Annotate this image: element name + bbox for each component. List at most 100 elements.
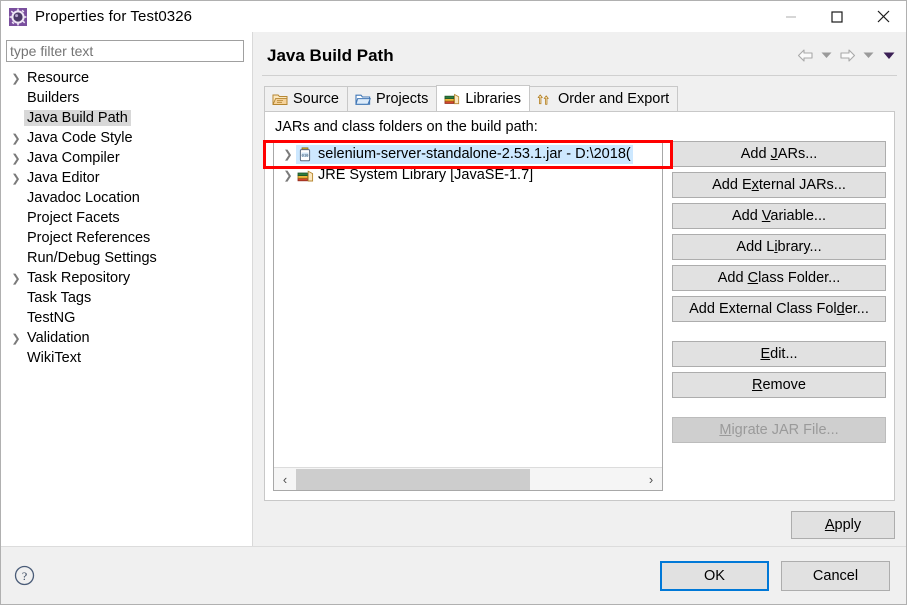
tab-label: Projects bbox=[375, 91, 429, 107]
source-folder-icon bbox=[272, 91, 288, 107]
sidebar-item-builders[interactable]: Builders bbox=[6, 88, 247, 108]
tab-libraries[interactable]: Libraries bbox=[436, 85, 530, 111]
sidebar-item-label: Validation bbox=[27, 330, 90, 346]
classpath-list: ❯ 010 selenium-server-standalone-2.53.1.… bbox=[273, 141, 663, 491]
scrollbar-track[interactable] bbox=[296, 468, 640, 490]
settings-tree: ❯ Resource Builders Java Build Path ❯ Ja… bbox=[6, 68, 247, 368]
cancel-button-label: Cancel bbox=[812, 567, 859, 584]
sidebar-item-java-code-style[interactable]: ❯ Java Code Style bbox=[6, 128, 247, 148]
properties-dialog: Properties for Test0326 ❯ bbox=[0, 0, 907, 605]
add-external-class-folder-button[interactable]: Add External Class Folder... bbox=[672, 296, 886, 322]
list-item-jre-system-library[interactable]: ❯ JRE System Library [JavaSE-1.7] bbox=[274, 165, 662, 186]
tab-source[interactable]: Source bbox=[264, 86, 348, 111]
sidebar-item-java-editor[interactable]: ❯ Java Editor bbox=[6, 168, 247, 188]
minimize-button[interactable] bbox=[768, 1, 814, 32]
sidebar-item-label: Task Tags bbox=[27, 290, 92, 306]
back-menu-chevron-down-icon[interactable] bbox=[817, 46, 835, 64]
chevron-right-icon[interactable]: ❯ bbox=[8, 152, 24, 165]
sidebar-item-label: Java Build Path bbox=[24, 110, 131, 126]
chevron-right-icon[interactable]: ❯ bbox=[8, 272, 24, 285]
sidebar-item-java-compiler[interactable]: ❯ Java Compiler bbox=[6, 148, 247, 168]
tab-order-and-export[interactable]: Order and Export bbox=[528, 86, 679, 111]
view-menu-triangle-icon[interactable] bbox=[880, 46, 898, 64]
page-nav-controls bbox=[796, 46, 898, 64]
migrate-jar-file-button: Migrate JAR File... bbox=[672, 417, 886, 443]
sidebar-item-project-facets[interactable]: Project Facets bbox=[6, 208, 247, 228]
panel-caption: JARs and class folders on the build path… bbox=[275, 119, 538, 135]
chevron-right-icon[interactable]: ❯ bbox=[280, 148, 296, 161]
properties-gear-icon bbox=[9, 7, 27, 26]
libraries-books-icon bbox=[444, 91, 460, 107]
library-actions: Add JARs... Add External JARs... Add Var… bbox=[663, 141, 886, 491]
list-item-label: selenium-server-standalone-2.53.1.jar - … bbox=[318, 146, 631, 162]
sidebar-item-label: Task Repository bbox=[27, 270, 131, 286]
scroll-left-arrow-icon[interactable]: ‹ bbox=[274, 469, 296, 490]
horizontal-scrollbar[interactable]: ‹ › bbox=[274, 467, 662, 490]
ok-button[interactable]: OK bbox=[660, 560, 769, 591]
apply-button[interactable]: Apply bbox=[791, 511, 895, 539]
tab-bar: Source Projects Libraries Order and Expo… bbox=[264, 85, 906, 111]
sidebar-item-java-build-path[interactable]: Java Build Path bbox=[6, 108, 247, 128]
scroll-right-arrow-icon[interactable]: › bbox=[640, 469, 662, 490]
tab-label: Source bbox=[293, 91, 339, 107]
page-header: Java Build Path bbox=[253, 32, 906, 66]
sidebar-item-project-references[interactable]: Project References bbox=[6, 228, 247, 248]
sidebar-item-task-tags[interactable]: Task Tags bbox=[6, 288, 247, 308]
sidebar-item-label: Java Compiler bbox=[27, 150, 120, 166]
dialog-footer: ? OK Cancel bbox=[1, 546, 906, 604]
chevron-right-icon[interactable]: ❯ bbox=[280, 169, 296, 182]
sidebar-item-run-debug-settings[interactable]: Run/Debug Settings bbox=[6, 248, 247, 268]
sidebar-item-label: Java Editor bbox=[27, 170, 100, 186]
chevron-right-icon[interactable]: ❯ bbox=[8, 72, 24, 85]
sidebar-item-label: Run/Debug Settings bbox=[27, 250, 157, 266]
list-item-label: JRE System Library [JavaSE-1.7] bbox=[318, 167, 534, 183]
jre-library-icon bbox=[296, 167, 314, 183]
forward-menu-chevron-down-icon[interactable] bbox=[859, 46, 877, 64]
sidebar-item-validation[interactable]: ❯ Validation bbox=[6, 328, 247, 348]
apply-row: Apply bbox=[253, 501, 906, 539]
chevron-right-icon[interactable]: ❯ bbox=[8, 332, 24, 345]
forward-arrow-icon[interactable] bbox=[838, 46, 856, 64]
close-button[interactable] bbox=[860, 1, 906, 32]
svg-text:010: 010 bbox=[301, 152, 309, 157]
sidebar-item-label: Project Facets bbox=[27, 210, 120, 226]
add-variable-button[interactable]: Add Variable... bbox=[672, 203, 886, 229]
chevron-right-icon[interactable]: ❯ bbox=[8, 172, 24, 185]
list-item-selenium-jar[interactable]: ❯ 010 selenium-server-standalone-2.53.1.… bbox=[274, 144, 662, 165]
order-arrows-icon bbox=[537, 91, 553, 107]
sidebar-item-resource[interactable]: ❯ Resource bbox=[6, 68, 247, 88]
projects-folder-icon bbox=[355, 91, 371, 107]
sidebar-item-label: Project References bbox=[27, 230, 151, 246]
edit-button[interactable]: Edit... bbox=[672, 341, 886, 367]
sidebar-item-label: TestNG bbox=[27, 310, 76, 326]
sidebar-item-label: Resource bbox=[27, 70, 90, 86]
add-jars-button[interactable]: Add JARs... bbox=[672, 141, 886, 167]
sidebar-item-javadoc-location[interactable]: Javadoc Location bbox=[6, 188, 247, 208]
add-external-jars-button[interactable]: Add External JARs... bbox=[672, 172, 886, 198]
help-question-icon[interactable]: ? bbox=[13, 565, 35, 587]
page-pane: Java Build Path Source Projects Librarie… bbox=[253, 32, 906, 546]
back-arrow-icon[interactable] bbox=[796, 46, 814, 64]
sidebar-item-wikitext[interactable]: WikiText bbox=[6, 348, 247, 368]
dialog-body: ❯ Resource Builders Java Build Path ❯ Ja… bbox=[1, 32, 906, 546]
page-title: Java Build Path bbox=[267, 46, 394, 65]
settings-tree-pane: ❯ Resource Builders Java Build Path ❯ Ja… bbox=[1, 32, 253, 546]
header-divider bbox=[262, 75, 897, 76]
cancel-button[interactable]: Cancel bbox=[781, 560, 890, 591]
sidebar-item-task-repository[interactable]: ❯ Task Repository bbox=[6, 268, 247, 288]
sidebar-item-label: Builders bbox=[27, 90, 80, 106]
add-library-button[interactable]: Add Library... bbox=[672, 234, 886, 260]
sidebar-item-label: Java Code Style bbox=[27, 130, 133, 146]
tab-label: Libraries bbox=[465, 90, 521, 107]
libraries-tab-panel: JARs and class folders on the build path… bbox=[264, 111, 895, 501]
svg-text:?: ? bbox=[21, 569, 26, 583]
add-class-folder-button[interactable]: Add Class Folder... bbox=[672, 265, 886, 291]
sidebar-item-testng[interactable]: TestNG bbox=[6, 308, 247, 328]
tab-projects[interactable]: Projects bbox=[346, 86, 438, 111]
filter-input[interactable] bbox=[6, 40, 244, 62]
maximize-button[interactable] bbox=[814, 1, 860, 32]
chevron-right-icon[interactable]: ❯ bbox=[8, 132, 24, 145]
remove-button[interactable]: Remove bbox=[672, 372, 886, 398]
scrollbar-thumb[interactable] bbox=[296, 468, 530, 490]
window-title: Properties for Test0326 bbox=[35, 8, 193, 25]
